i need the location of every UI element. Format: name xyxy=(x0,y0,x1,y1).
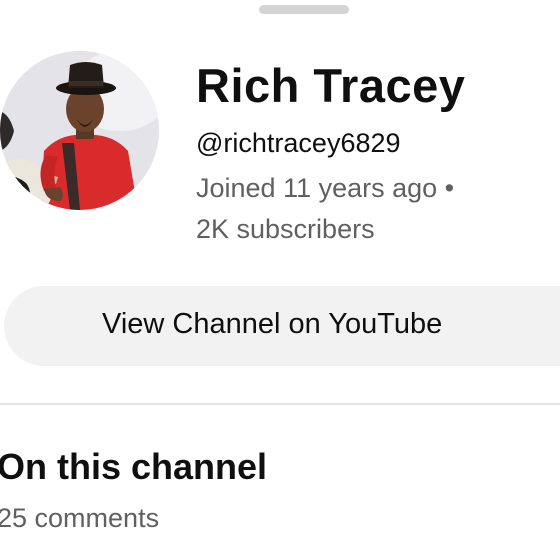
drag-handle[interactable] xyxy=(259,5,349,14)
comment-count: 25 comments xyxy=(0,503,160,533)
joined-date: Joined 11 years ago • xyxy=(196,173,455,203)
section-divider xyxy=(0,403,560,405)
view-channel-button-label: View Channel on YouTube xyxy=(102,308,443,340)
subscriber-count: 2K subscribers xyxy=(196,214,375,244)
channel-name: Rich Tracey xyxy=(196,59,466,112)
view-channel-button[interactable]: View Channel on YouTube xyxy=(4,286,560,366)
avatar-image xyxy=(0,51,159,210)
section-title: On this channel xyxy=(0,446,268,487)
channel-avatar[interactable] xyxy=(0,51,159,210)
channel-handle: @richtracey6829 xyxy=(196,128,401,158)
channel-info-sheet: Rich Tracey @richtracey6829 Joined 11 ye… xyxy=(0,0,560,560)
